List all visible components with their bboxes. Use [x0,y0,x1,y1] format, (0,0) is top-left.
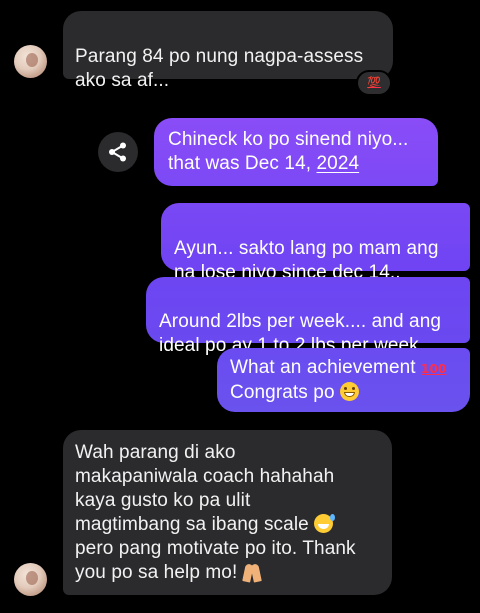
message-text: Wah parang di ako makapaniwala coach hah… [75,442,335,535]
message-text: Parang 84 po nung nagpa-assess ako sa af… [75,46,364,91]
message-bubble-outgoing[interactable]: Around 2lbs per week.... and ang ideal p… [146,277,470,356]
hundred-points-emoji: 100 [421,362,447,376]
contact-avatar[interactable] [14,45,47,78]
contact-avatar[interactable] [14,563,47,596]
share-button[interactable] [98,132,138,172]
share-icon [109,142,126,162]
message-bubble-outgoing[interactable]: Ayun... sakto lang po mam ang na lose ni… [161,203,470,283]
grinning-face-emoji [340,382,359,401]
grinning-sweat-emoji [314,514,336,533]
message-bubble-incoming[interactable]: Parang 84 po nung nagpa-assess ako sa af… [63,11,393,91]
folded-hands-emoji [243,562,261,582]
message-text: What an achievement [230,357,422,378]
reaction-badge[interactable]: 💯 [356,70,392,96]
message-text: Congrats po [230,382,340,403]
message-bubble-outgoing[interactable]: What an achievement 100 Congrats po [217,348,470,412]
message-text: pero pang motivate po ito. Thank you po … [75,538,356,583]
reaction-emoji: 💯 [367,76,381,89]
date-link[interactable]: 2024 [317,153,360,174]
message-bubble-outgoing[interactable]: Chineck ko po sinend niyo... that was De… [154,118,438,186]
message-bubble-incoming[interactable]: Wah parang di ako makapaniwala coach hah… [63,430,392,595]
message-text: Chineck ko po sinend niyo... that was De… [168,129,409,174]
